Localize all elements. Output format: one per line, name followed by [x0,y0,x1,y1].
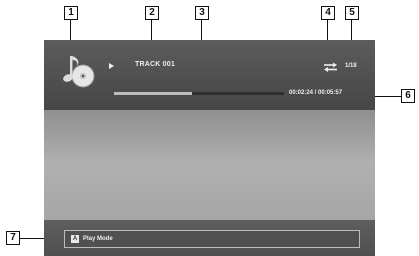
play-mode-label: Play Mode [83,236,113,242]
music-player-screen: TRACK 001 1/18 00:02:24 / 00:05:57 A Pla… [44,40,375,256]
callout-2: 2 [145,6,159,20]
music-cd-icon [63,56,95,88]
callout-3: 3 [195,6,209,20]
callout-7: 7 [6,231,20,245]
callout-6-leader [374,96,401,97]
callout-4: 4 [321,6,335,20]
play-icon [109,63,114,69]
content-area [44,110,375,230]
progress-bar[interactable] [114,92,284,95]
repeat-icon [324,62,337,72]
progress-fill [114,92,193,95]
callout-5: 5 [345,6,359,20]
player-info-bar: TRACK 001 1/18 00:02:24 / 00:05:57 [44,40,375,110]
track-count: 1/18 [345,63,357,69]
callout-6: 6 [401,89,415,103]
time-display: 00:02:24 / 00:05:57 [289,90,343,96]
track-label: TRACK 001 [135,61,175,68]
callout-1: 1 [64,6,78,20]
play-mode-button[interactable]: A Play Mode [64,230,360,248]
a-button-icon: A [71,235,79,243]
